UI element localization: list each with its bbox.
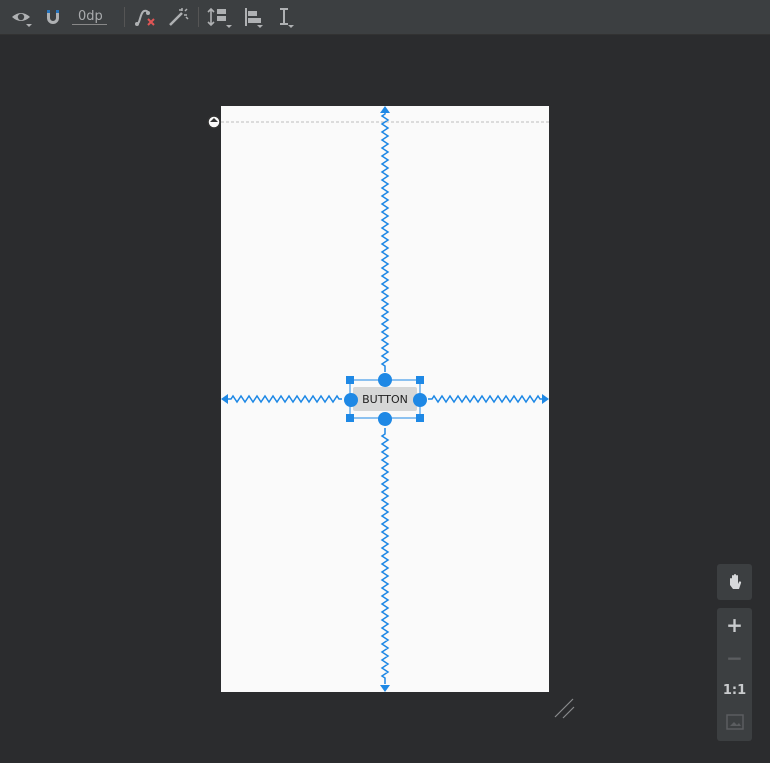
pan-tool-panel	[717, 564, 752, 600]
zoom-in-button[interactable]: +	[717, 608, 752, 642]
guideline-handle[interactable]	[207, 115, 221, 129]
bottom-constraint[interactable]	[380, 428, 390, 692]
top-constraint[interactable]	[380, 106, 390, 372]
hand-icon	[729, 574, 741, 589]
actual-size-button[interactable]: 1:1	[717, 674, 752, 706]
button-widget-text: BUTTON	[362, 393, 408, 406]
zoom-to-fit-icon	[725, 714, 744, 730]
device-resize-handle[interactable]	[553, 697, 577, 721]
left-constraint[interactable]	[221, 394, 342, 404]
constraints-overlay	[207, 106, 549, 692]
right-constraint[interactable]	[428, 394, 549, 404]
pan-button[interactable]	[717, 564, 752, 600]
zoom-to-fit-button[interactable]	[717, 706, 752, 738]
zoom-out-button[interactable]: −	[717, 642, 752, 674]
zoom-controls: + − 1:1	[717, 608, 752, 741]
